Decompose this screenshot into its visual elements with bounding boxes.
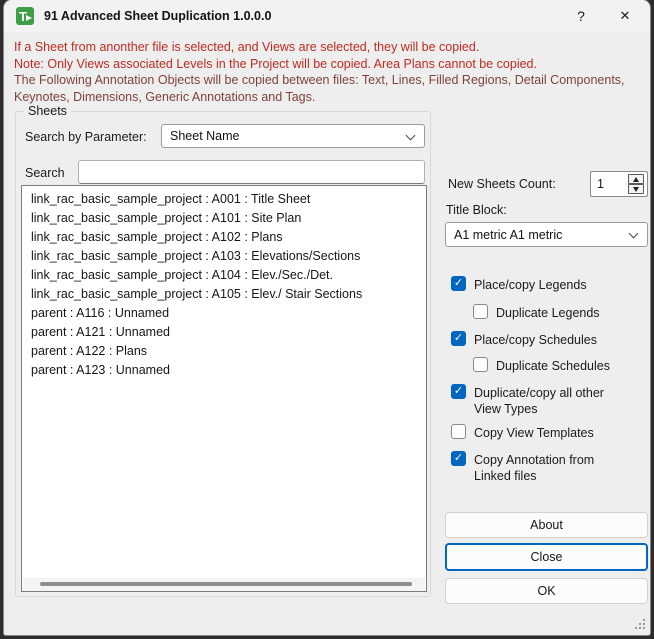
resize-grip[interactable]: [634, 618, 645, 629]
checkbox-label: Duplicate Schedules: [496, 358, 610, 373]
checkbox-copy-view-templates[interactable]: Copy View Templates: [451, 424, 594, 441]
sheet-list-item[interactable]: link_rac_basic_sample_project : A001 : T…: [22, 190, 426, 209]
window-close-icon[interactable]: ✕: [604, 0, 646, 32]
checkbox-icon: [451, 276, 466, 291]
app-icon-cursor-arrow: [26, 15, 32, 21]
checkbox-label: Duplicate/copy all other View Types: [474, 385, 604, 417]
new-sheets-count-label: New Sheets Count:: [448, 177, 556, 191]
warning-block: If a Sheet from anonther file is selecte…: [14, 39, 630, 105]
checkbox-label: Duplicate Legends: [496, 305, 600, 320]
search-parameter-value: Sheet Name: [170, 129, 240, 143]
title-block-dropdown[interactable]: A1 metric A1 metric: [445, 222, 648, 247]
checkbox-icon: [451, 424, 466, 439]
search-label: Search: [25, 166, 65, 180]
checkbox-label: Place/copy Legends: [474, 277, 587, 292]
sheet-list-item[interactable]: link_rac_basic_sample_project : A104 : E…: [22, 266, 426, 285]
new-sheets-count-spinner[interactable]: 1: [590, 171, 648, 197]
horizontal-scrollbar[interactable]: [23, 578, 425, 591]
sheets-group: Sheets Search by Parameter: Sheet Name S…: [15, 104, 431, 597]
checkbox-copy-annotation-from-linked-files[interactable]: Copy Annotation from Linked files: [451, 451, 626, 485]
sheet-list-item[interactable]: parent : A116 : Unnamed: [22, 304, 426, 323]
sheet-list-item[interactable]: link_rac_basic_sample_project : A105 : E…: [22, 285, 426, 304]
sheet-list-item[interactable]: parent : A121 : Unnamed: [22, 323, 426, 342]
search-input[interactable]: [78, 160, 425, 184]
spinner-up-button[interactable]: [628, 174, 644, 184]
checkbox-icon: [473, 357, 488, 372]
window-title: 91 Advanced Sheet Duplication 1.0.0.0: [44, 9, 272, 23]
sheet-list-item[interactable]: link_rac_basic_sample_project : A101 : S…: [22, 209, 426, 228]
warning-line-1: If a Sheet from anonther file is selecte…: [14, 40, 480, 54]
close-button[interactable]: Close: [445, 543, 648, 571]
scrollbar-thumb[interactable]: [40, 582, 412, 586]
search-by-parameter-label: Search by Parameter:: [25, 130, 147, 144]
about-button[interactable]: About: [445, 512, 648, 538]
triangle-down-icon: [633, 186, 639, 192]
chevron-down-icon: [628, 228, 639, 239]
ok-button[interactable]: OK: [445, 578, 648, 604]
checkbox-duplicate-schedules[interactable]: Duplicate Schedules: [473, 357, 610, 374]
spinner-down-button[interactable]: [628, 184, 644, 194]
checkbox-label: Copy Annotation from Linked files: [474, 452, 595, 484]
chevron-down-icon: [405, 130, 416, 141]
sheets-group-title: Sheets: [24, 104, 71, 118]
sheet-list-item[interactable]: parent : A123 : Unnamed: [22, 361, 426, 380]
checkbox-duplicate-legends[interactable]: Duplicate Legends: [473, 304, 600, 321]
checkbox-duplicate-copy-all-other-view-types[interactable]: Duplicate/copy all other View Types: [451, 384, 626, 418]
dialog-window: T 91 Advanced Sheet Duplication 1.0.0.0 …: [4, 0, 650, 635]
checkbox-place-copy-schedules[interactable]: Place/copy Schedules: [451, 331, 597, 348]
checkbox-icon: [451, 331, 466, 346]
checkbox-label: Copy View Templates: [474, 425, 594, 440]
title-bar: T 91 Advanced Sheet Duplication 1.0.0.0 …: [4, 0, 650, 32]
app-icon: T: [16, 7, 34, 25]
warning-line-3: The Following Annotation Objects will be…: [14, 73, 625, 104]
title-block-label: Title Block:: [446, 203, 507, 217]
checkbox-icon: [451, 384, 466, 399]
sheet-list-item[interactable]: link_rac_basic_sample_project : A103 : E…: [22, 247, 426, 266]
checkbox-icon: [473, 304, 488, 319]
sheet-list-item[interactable]: parent : A122 : Plans: [22, 342, 426, 361]
warning-line-2: Note: Only Views associated Levels in th…: [14, 56, 537, 71]
checkbox-place-copy-legends[interactable]: Place/copy Legends: [451, 276, 587, 293]
title-block-value: A1 metric A1 metric: [454, 227, 563, 242]
checkbox-label: Place/copy Schedules: [474, 332, 597, 347]
help-button[interactable]: ?: [560, 0, 602, 32]
sheet-list[interactable]: link_rac_basic_sample_project : A001 : T…: [21, 185, 427, 592]
triangle-up-icon: [633, 176, 639, 182]
search-parameter-dropdown[interactable]: Sheet Name: [161, 124, 425, 148]
sheet-list-item[interactable]: link_rac_basic_sample_project : A102 : P…: [22, 228, 426, 247]
new-sheets-count-value: 1: [597, 177, 604, 191]
checkbox-icon: [451, 451, 466, 466]
